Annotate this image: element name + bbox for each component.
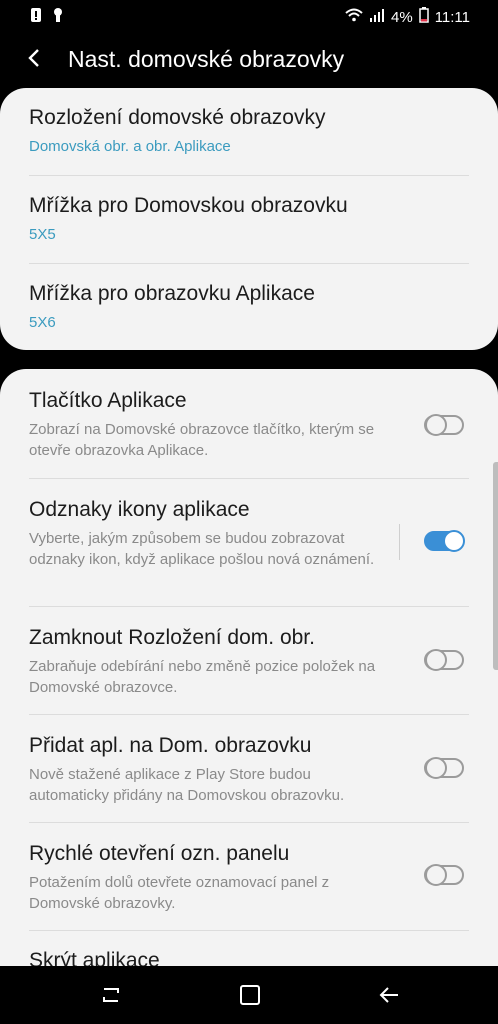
back-button[interactable] <box>18 42 50 74</box>
clock: 11:11 <box>434 8 470 26</box>
back-icon <box>379 987 398 1003</box>
divider <box>29 714 469 715</box>
divider <box>29 930 469 931</box>
wifi-icon <box>345 8 363 26</box>
setting-title: Tlačítko Aplikace <box>29 389 187 412</box>
battery-percent: 4% <box>391 8 413 26</box>
setting-lock-layout[interactable]: Zamknout Rozložení dom. obr. Zabraňuje o… <box>29 626 469 698</box>
layout-settings-card: Rozložení domovské obrazovky Domovská ob… <box>0 88 498 350</box>
scroll-handle[interactable] <box>493 462 498 670</box>
setting-title: Mřížka pro Domovskou obrazovku <box>29 194 348 217</box>
divider <box>29 175 469 176</box>
chevron-left-icon <box>28 49 39 67</box>
status-left <box>30 7 64 27</box>
apps-button-switch[interactable] <box>424 414 464 436</box>
setting-value: 5X5 <box>29 226 56 243</box>
setting-value: 5X6 <box>29 314 56 331</box>
setting-title: Rychlé otevření ozn. panelu <box>29 842 290 865</box>
setting-apps-grid[interactable]: Mřížka pro obrazovku Aplikace 5X6 <box>29 282 469 331</box>
setting-title: Přidat apl. na Dom. obrazovku <box>29 734 312 757</box>
setting-description: Zabraňuje odebírání nebo změně pozice po… <box>29 658 376 696</box>
switch-knob <box>425 757 447 779</box>
quick-panel-switch[interactable] <box>424 864 464 886</box>
home-button[interactable] <box>235 980 265 1010</box>
page-title: Nast. domovské obrazovky <box>68 46 345 72</box>
toggle-settings-card: Tlačítko Aplikace Zobrazí na Domovské ob… <box>0 369 498 989</box>
home-icon <box>240 985 260 1005</box>
divider <box>29 263 469 264</box>
add-apps-switch[interactable] <box>424 757 464 779</box>
status-bar: 4% 11:11 <box>0 0 498 32</box>
recents-icon <box>103 988 119 1002</box>
lock-layout-switch[interactable] <box>424 649 464 671</box>
switch-knob <box>425 649 447 671</box>
app-header: Nast. domovské obrazovky <box>0 32 498 88</box>
setting-title: Zamknout Rozložení dom. obr. <box>29 626 315 649</box>
divider <box>29 478 469 479</box>
icon-badges-switch[interactable] <box>424 530 465 552</box>
battery-icon <box>418 7 429 27</box>
switch-knob <box>425 414 447 436</box>
setting-title: Rozložení domovské obrazovky <box>29 106 326 129</box>
alert-icon <box>30 7 42 27</box>
switch-knob <box>425 864 447 886</box>
setting-description: Potažením dolů otevřete oznamovací panel… <box>29 874 330 912</box>
divider <box>29 822 469 823</box>
setting-icon-badges[interactable]: Odznaky ikony aplikace Vyberte, jakým zp… <box>29 498 469 570</box>
divider <box>29 606 469 607</box>
nav-back-button[interactable] <box>374 980 404 1010</box>
setting-description: Nově stažené aplikace z Play Store budou… <box>29 766 345 804</box>
setting-title: Mřížka pro obrazovku Aplikace <box>29 282 315 305</box>
lock-icon <box>52 7 64 27</box>
navigation-bar <box>0 966 498 1024</box>
setting-home-layout[interactable]: Rozložení domovské obrazovky Domovská ob… <box>29 106 469 155</box>
setting-apps-button[interactable]: Tlačítko Aplikace Zobrazí na Domovské ob… <box>29 389 469 461</box>
vertical-separator <box>399 524 400 560</box>
setting-quick-panel[interactable]: Rychlé otevření ozn. panelu Potažením do… <box>29 842 469 914</box>
setting-description: Vyberte, jakým způsobem se budou zobrazo… <box>29 530 375 568</box>
setting-description: Zobrazí na Domovské obrazovce tlačítko, … <box>29 421 375 459</box>
setting-home-grid[interactable]: Mřížka pro Domovskou obrazovku 5X5 <box>29 194 469 243</box>
setting-value: Domovská obr. a obr. Aplikace <box>29 138 231 155</box>
signal-icon <box>369 8 385 26</box>
setting-title: Odznaky ikony aplikace <box>29 498 250 521</box>
setting-add-apps[interactable]: Přidat apl. na Dom. obrazovku Nově staže… <box>29 734 469 806</box>
recents-button[interactable] <box>96 980 126 1010</box>
switch-knob <box>443 530 465 552</box>
status-right: 4% 11:11 <box>345 7 470 27</box>
